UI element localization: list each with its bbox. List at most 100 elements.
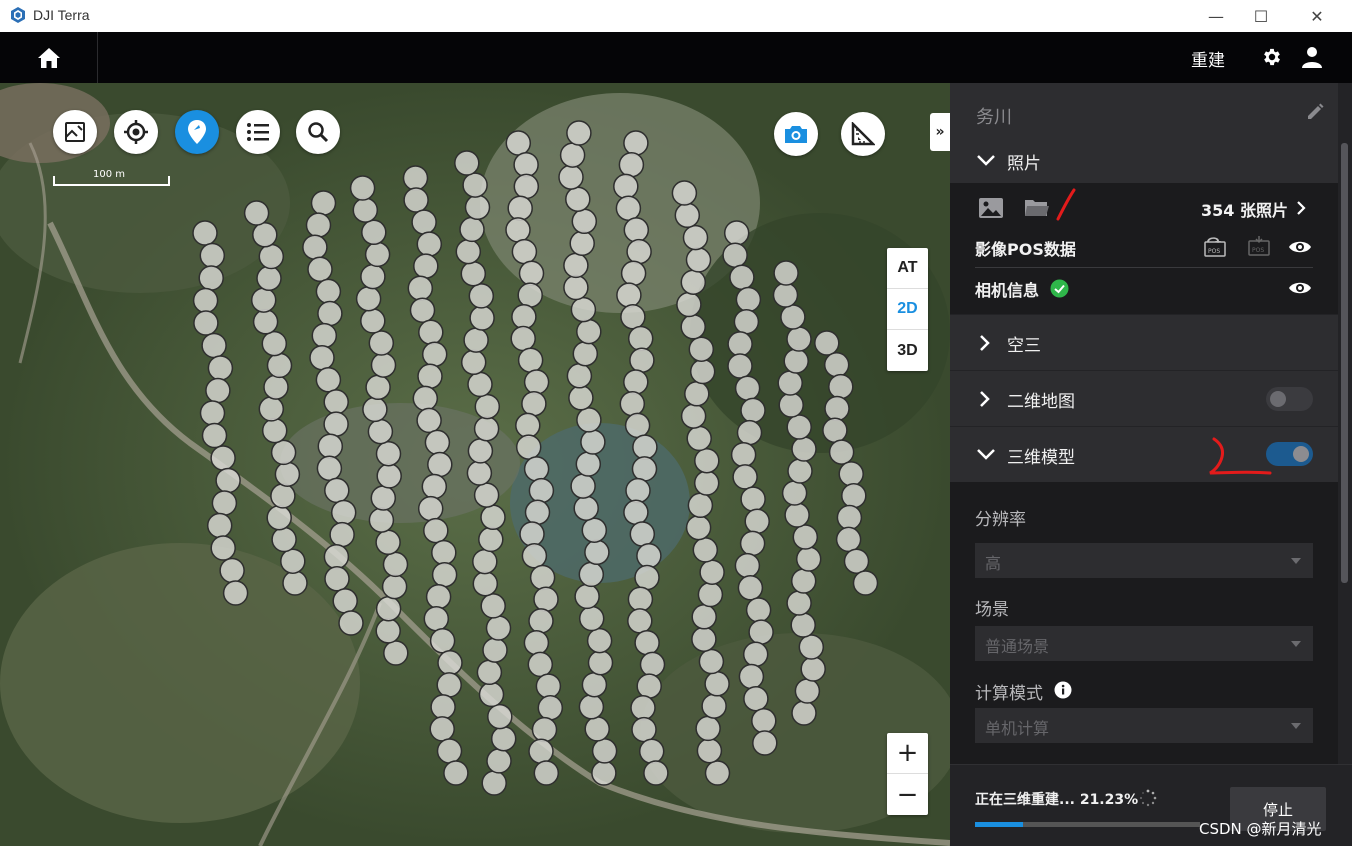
- photo-marker[interactable]: [261, 417, 288, 444]
- photo-marker[interactable]: [266, 352, 293, 379]
- photo-marker[interactable]: [424, 429, 451, 456]
- photo-marker[interactable]: [517, 347, 544, 373]
- photo-marker[interactable]: [317, 433, 344, 459]
- photo-marker[interactable]: [558, 164, 584, 190]
- photo-marker[interactable]: [381, 573, 408, 600]
- photo-marker[interactable]: [462, 172, 488, 198]
- photo-marker[interactable]: [198, 265, 224, 291]
- photo-marker[interactable]: [736, 419, 763, 446]
- photo-marker[interactable]: [523, 629, 550, 656]
- photo-marker[interactable]: [777, 370, 803, 396]
- photos-section-header[interactable]: 照片: [950, 139, 1338, 183]
- photo-marker[interactable]: [370, 352, 397, 378]
- photo-marker[interactable]: [481, 770, 507, 796]
- photo-marker[interactable]: [634, 564, 660, 591]
- photo-marker[interactable]: [473, 415, 500, 442]
- photo-marker[interactable]: [455, 238, 482, 265]
- photo-marker[interactable]: [627, 586, 654, 612]
- photo-marker[interactable]: [521, 390, 547, 417]
- photo-marker[interactable]: [691, 604, 717, 630]
- photo-marker[interactable]: [243, 200, 270, 226]
- model3d-toggle[interactable]: [1266, 442, 1313, 466]
- photo-marker[interactable]: [623, 369, 649, 395]
- photo-marker[interactable]: [528, 477, 555, 504]
- photo-marker[interactable]: [828, 439, 855, 465]
- photo-marker[interactable]: [201, 332, 227, 359]
- photo-marker[interactable]: [206, 512, 233, 539]
- photo-marker[interactable]: [623, 217, 650, 243]
- list-button[interactable]: [236, 110, 280, 154]
- photo-marker[interactable]: [790, 568, 817, 594]
- photo-marker[interactable]: [486, 748, 512, 774]
- photo-marker[interactable]: [329, 521, 355, 548]
- photo-marker[interactable]: [745, 597, 772, 623]
- photo-marker[interactable]: [332, 588, 358, 614]
- photo-marker[interactable]: [349, 175, 376, 201]
- photo-marker[interactable]: [613, 173, 639, 200]
- photo-marker[interactable]: [620, 260, 647, 287]
- photo-marker[interactable]: [572, 340, 599, 367]
- photo-marker[interactable]: [199, 242, 226, 269]
- photo-marker[interactable]: [368, 330, 395, 356]
- view-mode-2d[interactable]: 2D: [887, 289, 928, 330]
- photo-marker[interactable]: [786, 326, 812, 352]
- photo-marker[interactable]: [323, 411, 349, 437]
- photo-marker[interactable]: [443, 760, 469, 786]
- photo-marker[interactable]: [687, 492, 714, 519]
- photo-marker[interactable]: [624, 412, 651, 439]
- photo-marker[interactable]: [528, 608, 554, 634]
- photo-marker[interactable]: [823, 352, 850, 378]
- photo-marker[interactable]: [485, 615, 512, 641]
- photo-marker[interactable]: [270, 483, 296, 509]
- photo-marker[interactable]: [421, 473, 448, 500]
- photo-marker[interactable]: [643, 760, 669, 786]
- photo-marker[interactable]: [740, 486, 766, 512]
- user-account-icon[interactable]: [1300, 45, 1324, 69]
- photo-marker[interactable]: [376, 463, 402, 489]
- map2d-section-header[interactable]: 二维地图: [950, 371, 1338, 426]
- photo-marker[interactable]: [623, 130, 649, 156]
- photo-marker[interactable]: [727, 331, 753, 357]
- photo-marker[interactable]: [454, 150, 480, 176]
- photo-marker[interactable]: [729, 264, 755, 291]
- photo-marker[interactable]: [412, 385, 439, 412]
- photo-marker[interactable]: [743, 685, 769, 712]
- photo-marker[interactable]: [739, 530, 766, 557]
- photo-marker[interactable]: [355, 285, 382, 312]
- photo-marker[interactable]: [362, 396, 388, 423]
- photo-marker[interactable]: [274, 461, 301, 487]
- photo-marker[interactable]: [629, 521, 656, 547]
- photo-marker[interactable]: [263, 374, 289, 400]
- photo-marker[interactable]: [436, 738, 463, 764]
- photo-marker[interactable]: [781, 480, 808, 506]
- photo-marker[interactable]: [192, 287, 219, 314]
- photo-marker[interactable]: [222, 580, 249, 606]
- photo-marker[interactable]: [786, 590, 812, 616]
- photo-marker[interactable]: [515, 434, 542, 460]
- photo-marker[interactable]: [436, 672, 462, 698]
- photo-marker[interactable]: [786, 414, 812, 440]
- photo-marker[interactable]: [323, 389, 349, 415]
- photo-marker[interactable]: [437, 650, 463, 676]
- photo-marker[interactable]: [569, 230, 595, 257]
- eye-visible-icon[interactable]: [1288, 239, 1312, 255]
- photo-marker[interactable]: [798, 634, 825, 660]
- photo-marker[interactable]: [511, 304, 537, 330]
- photo-marker[interactable]: [691, 626, 717, 652]
- photo-marker[interactable]: [616, 282, 642, 308]
- photo-marker[interactable]: [828, 373, 854, 400]
- photo-marker[interactable]: [795, 546, 822, 572]
- photo-pin-button[interactable]: [175, 110, 219, 154]
- photo-marker[interactable]: [311, 322, 338, 349]
- photo-marker[interactable]: [375, 595, 402, 622]
- photo-marker[interactable]: [305, 212, 332, 238]
- photo-marker[interactable]: [674, 202, 701, 229]
- photo-marker[interactable]: [507, 195, 533, 221]
- photo-marker[interactable]: [425, 583, 452, 610]
- photo-marker[interactable]: [680, 403, 707, 429]
- photo-marker[interactable]: [310, 190, 337, 216]
- photo-marker[interactable]: [591, 738, 618, 764]
- photo-marker[interactable]: [463, 327, 489, 353]
- photo-marker[interactable]: [696, 737, 723, 764]
- photo-marker[interactable]: [695, 715, 721, 742]
